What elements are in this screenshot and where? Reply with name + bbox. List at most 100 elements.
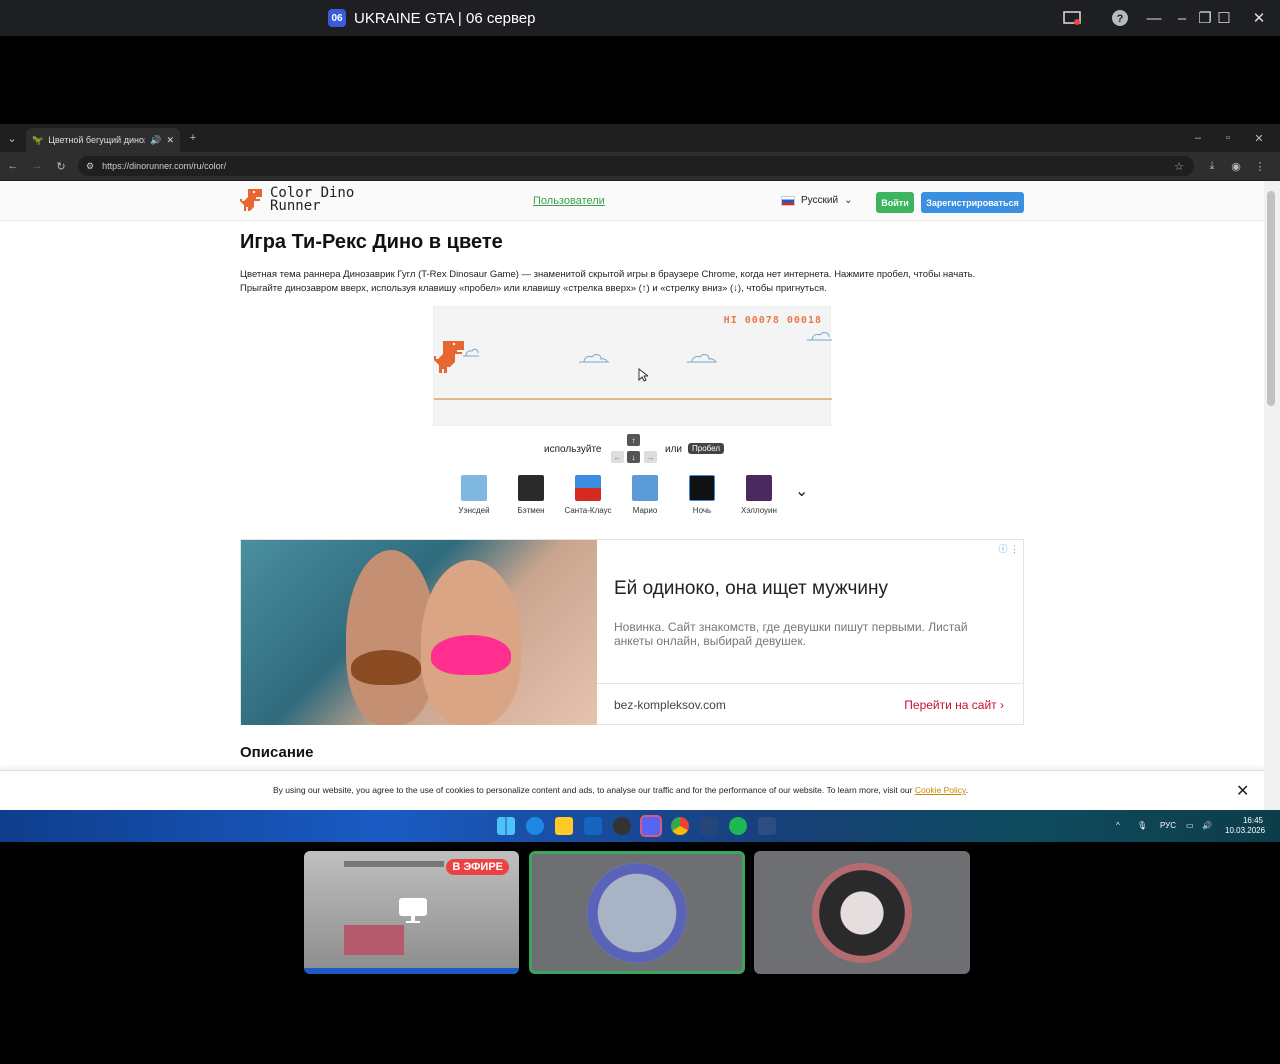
language-label: Русский bbox=[801, 195, 839, 206]
minimize-stream-icon[interactable]: — bbox=[1144, 8, 1164, 28]
browser-window: ⌄ 🦖 Цветной бегущий динозавр 🔊 ✕ + – ▫ ✕… bbox=[0, 124, 1280, 810]
help-icon[interactable]: ? bbox=[1110, 8, 1130, 28]
tile-preview-ad bbox=[344, 925, 404, 955]
network-icon[interactable]: ▭ bbox=[1186, 821, 1194, 830]
start-icon[interactable] bbox=[497, 817, 515, 835]
participant-avatar bbox=[587, 862, 687, 963]
arrow-up-key: ↑ bbox=[627, 434, 640, 446]
cloud-icon bbox=[687, 354, 717, 363]
tray-chevron-icon[interactable]: ^ bbox=[1116, 821, 1120, 830]
popout-icon[interactable]: ❐ bbox=[1195, 8, 1215, 28]
outlook-icon[interactable] bbox=[584, 817, 602, 835]
app-icon[interactable] bbox=[700, 817, 718, 835]
tab-strip: ⌄ 🦖 Цветной бегущий динозавр 🔊 ✕ + – ▫ ✕ bbox=[0, 124, 1280, 152]
chevron-down-icon: ⌄ bbox=[844, 195, 853, 206]
audio-icon[interactable]: 🔊 bbox=[150, 135, 161, 146]
skin-wednesday[interactable]: Уэнсдей bbox=[444, 475, 504, 515]
maximize-icon[interactable]: ☐ bbox=[1214, 8, 1234, 28]
skin-batman[interactable]: Бэтмен bbox=[501, 475, 561, 515]
forward-icon[interactable]: → bbox=[30, 159, 44, 173]
bookmark-star-icon[interactable]: ☆ bbox=[1172, 159, 1186, 173]
stream-tile[interactable]: В ЭФИРЕ bbox=[304, 851, 519, 974]
cookie-policy-link[interactable]: Cookie Policy bbox=[915, 785, 966, 795]
clock[interactable]: 16:45 10.03.2026 bbox=[1225, 816, 1266, 836]
skin-halloween[interactable]: Хэллоуин bbox=[729, 475, 789, 515]
russia-flag-icon bbox=[781, 195, 795, 206]
volume-icon[interactable]: 🔊 bbox=[1202, 821, 1212, 830]
tab-search-icon[interactable]: ⌄ bbox=[5, 131, 19, 145]
ad-info-icon[interactable]: ⓘ ⋮ bbox=[998, 542, 1019, 555]
expand-skins-chevron-icon[interactable]: ⌄ bbox=[795, 481, 808, 501]
tab-close-icon[interactable]: ✕ bbox=[166, 135, 174, 146]
advertisement[interactable]: ⓘ ⋮ Ей одиноко, она ищет мужчину Новинка… bbox=[240, 539, 1024, 725]
discord-icon[interactable] bbox=[640, 815, 662, 837]
app-icon[interactable] bbox=[758, 817, 776, 835]
chevron-right-icon: › bbox=[1000, 698, 1004, 712]
microphone-icon[interactable]: 🎙 bbox=[1137, 821, 1147, 830]
skin-night-icon bbox=[689, 475, 715, 501]
browser-close-icon[interactable]: ✕ bbox=[1252, 131, 1266, 145]
web-page: Color Dino Runner Пользователи Русский ⌄… bbox=[0, 181, 1264, 810]
page-scrollbar[interactable] bbox=[1264, 181, 1280, 810]
profile-icon[interactable]: ◉ bbox=[1229, 159, 1243, 173]
register-button[interactable]: Зарегистрироваться bbox=[921, 192, 1024, 213]
file-explorer-icon[interactable] bbox=[555, 817, 573, 835]
minimize-window-icon[interactable]: – bbox=[1172, 8, 1192, 28]
scrollbar-thumb[interactable] bbox=[1267, 191, 1275, 406]
skins-list: Уэнсдей Бэтмен Санта-Клаус Марио Ночь Хэ… bbox=[452, 475, 822, 519]
back-icon[interactable]: ← bbox=[6, 159, 20, 173]
score-display: HI 00078 00018 bbox=[724, 315, 822, 326]
ad-description: Новинка. Сайт знакомств, где девушки пиш… bbox=[614, 620, 968, 648]
stream-title-text: UKRAINE GTA | 06 сервер bbox=[354, 9, 536, 27]
site-info-icon[interactable]: ⚙ bbox=[86, 161, 94, 172]
ad-footer: bez-kompleksov.com Перейти на сайт › bbox=[597, 683, 1024, 725]
spotify-icon[interactable] bbox=[729, 817, 747, 835]
input-language[interactable]: РУС bbox=[1160, 821, 1176, 830]
chrome-icon[interactable] bbox=[671, 817, 689, 835]
skin-santa[interactable]: Санта-Клаус bbox=[558, 475, 618, 515]
login-button[interactable]: Войти bbox=[876, 192, 914, 213]
page-title: Игра Ти-Рекс Дино в цвете bbox=[240, 231, 503, 253]
skin-label: Марио bbox=[632, 506, 658, 515]
ad-clothing bbox=[431, 635, 511, 675]
obs-icon[interactable] bbox=[613, 817, 631, 835]
edge-icon[interactable] bbox=[526, 817, 544, 835]
skin-label: Ночь bbox=[692, 506, 712, 515]
new-tab-icon[interactable]: + bbox=[186, 131, 200, 145]
address-bar[interactable]: ⚙ https://dinorunner.com/ru/color/ bbox=[78, 156, 1194, 176]
download-icon[interactable]: ⤓ bbox=[1205, 159, 1219, 173]
arrow-right-key: → bbox=[644, 451, 657, 463]
participant-tile[interactable] bbox=[754, 851, 970, 974]
live-badge: В ЭФИРЕ bbox=[446, 859, 509, 875]
windows-taskbar: ^ 🎙 РУС ▭ 🔊 16:45 10.03.2026 bbox=[0, 810, 1280, 842]
menu-icon[interactable]: ⋮ bbox=[1253, 159, 1267, 173]
skin-wednesday-icon bbox=[461, 475, 487, 501]
screen-share-icon[interactable] bbox=[1062, 8, 1082, 28]
dino-favicon-icon: 🦖 bbox=[32, 134, 44, 145]
participant-tile-speaking[interactable] bbox=[529, 851, 745, 974]
tile-preview-line bbox=[344, 861, 444, 867]
clock-date: 10.03.2026 bbox=[1225, 826, 1266, 835]
close-window-icon[interactable]: ✕ bbox=[1249, 8, 1269, 28]
browser-minimize-icon[interactable]: – bbox=[1191, 131, 1205, 145]
ad-cta-link[interactable]: Перейти на сайт › bbox=[904, 698, 1004, 712]
browser-restore-icon[interactable]: ▫ bbox=[1221, 131, 1235, 145]
game-canvas[interactable]: HI 00078 00018 bbox=[433, 306, 832, 426]
language-select[interactable]: Русский ⌄ bbox=[781, 195, 853, 206]
cloud-icon bbox=[463, 348, 479, 357]
browser-tab[interactable]: 🦖 Цветной бегущий динозавр 🔊 ✕ bbox=[26, 128, 180, 152]
reload-icon[interactable]: ↻ bbox=[54, 159, 68, 173]
cookie-message: By using our website, you agree to the u… bbox=[273, 785, 913, 795]
site-logo[interactable]: Color Dino Runner bbox=[240, 186, 354, 213]
site-header: Color Dino Runner Пользователи Русский ⌄… bbox=[0, 181, 1264, 221]
cloud-icon bbox=[807, 332, 832, 341]
skin-mario[interactable]: Марио bbox=[615, 475, 675, 515]
tab-title: Цветной бегущий динозавр bbox=[48, 135, 145, 145]
nav-users-link[interactable]: Пользователи bbox=[533, 195, 605, 207]
hi-score: 00078 bbox=[744, 315, 780, 326]
skin-night[interactable]: Ночь bbox=[672, 475, 732, 515]
skin-label: Хэллоуин bbox=[741, 506, 777, 515]
cookie-close-icon[interactable]: ✕ bbox=[1236, 781, 1249, 801]
ad-clothing bbox=[351, 650, 421, 685]
intro-text: Цветная тема раннера Динозаврик Гугл (T-… bbox=[240, 268, 1030, 296]
